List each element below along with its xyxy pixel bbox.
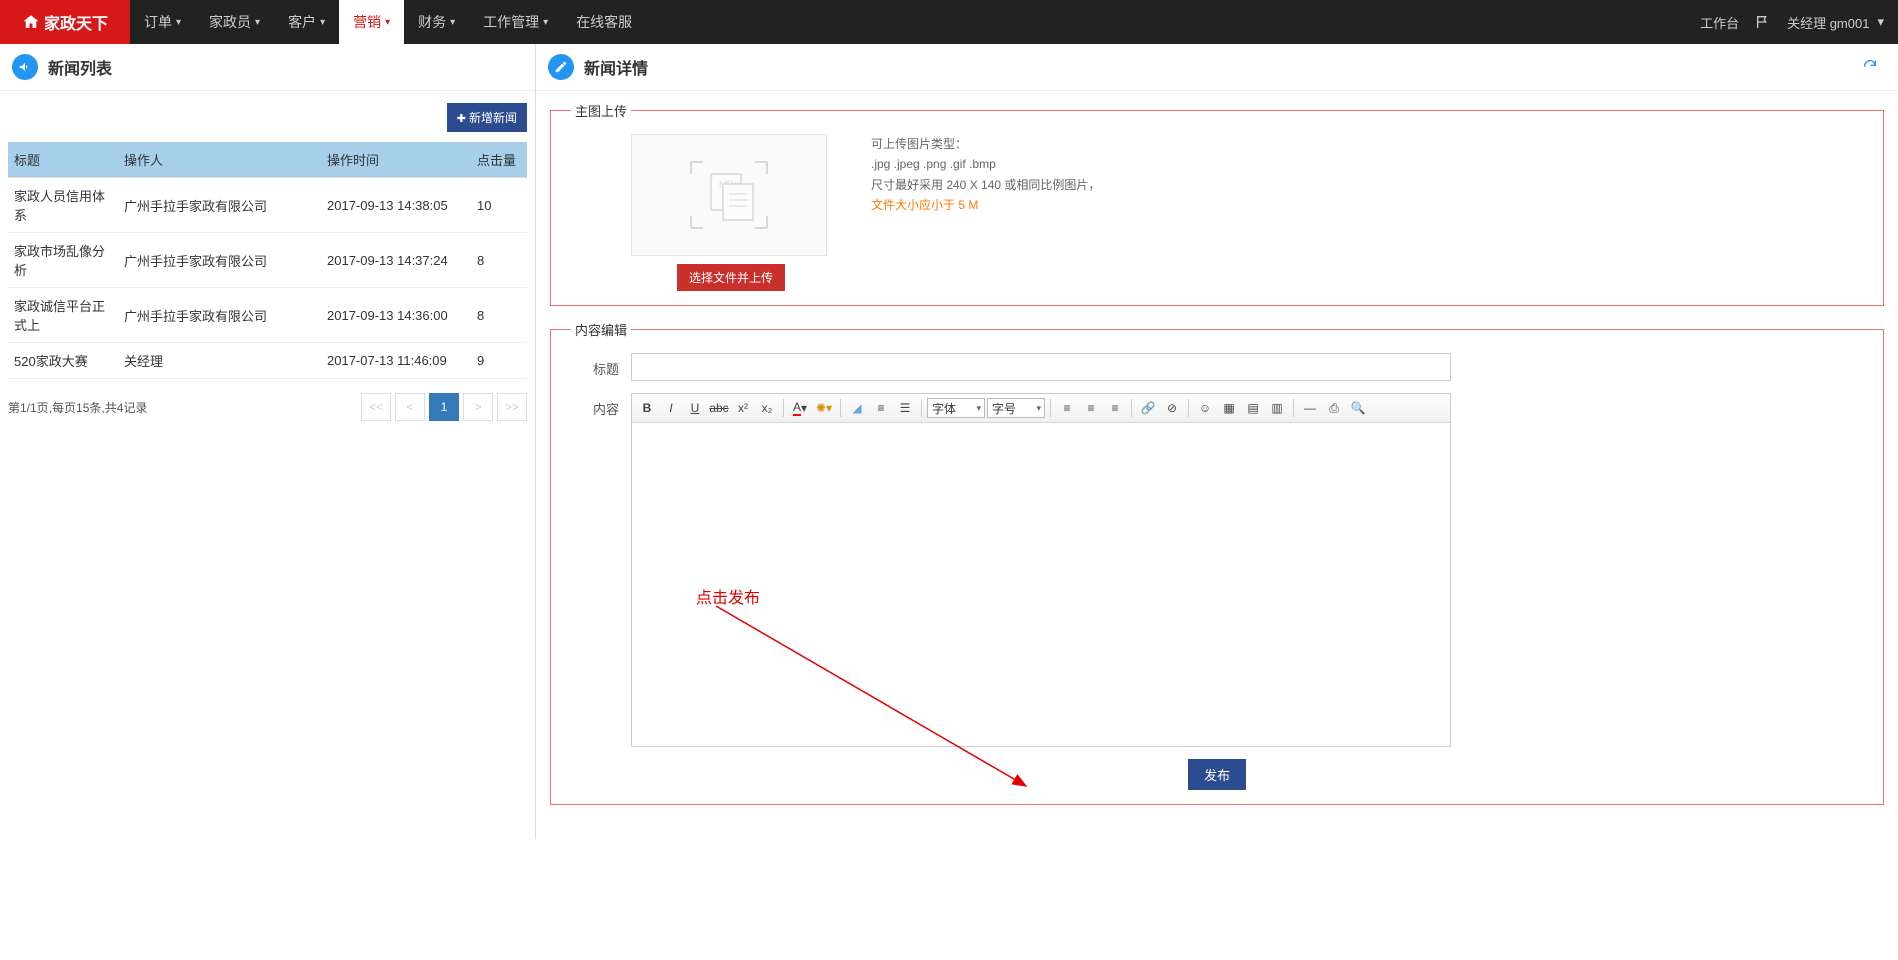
table-row[interactable]: 家政人员信用体系广州手拉手家政有限公司2017-09-13 14:38:0510 bbox=[8, 178, 527, 233]
align-right-icon[interactable]: ≡ bbox=[1104, 397, 1126, 419]
unlink-icon[interactable]: ⊘ bbox=[1161, 397, 1183, 419]
nav-finance[interactable]: 财务▾ bbox=[404, 0, 469, 44]
subscript-icon[interactable]: x₂ bbox=[756, 397, 778, 419]
rich-editor: B I U abc x² x₂ A▾ ✺▾ ◢ bbox=[631, 393, 1451, 747]
font-size-select[interactable]: 字号 bbox=[987, 398, 1045, 418]
new-file-icon: NEW bbox=[689, 160, 769, 230]
col-time[interactable]: 操作时间 bbox=[321, 142, 471, 178]
add-news-button[interactable]: 新增新闻 bbox=[447, 103, 527, 132]
title-input[interactable] bbox=[631, 353, 1451, 381]
hr-icon[interactable]: — bbox=[1299, 397, 1321, 419]
font-color-icon[interactable]: A▾ bbox=[789, 397, 811, 419]
pager-prev[interactable]: < bbox=[395, 393, 425, 421]
ordered-list-icon[interactable]: ≡ bbox=[870, 397, 892, 419]
align-left-icon[interactable]: ≡ bbox=[1056, 397, 1078, 419]
user-menu[interactable]: 关经理 gm001▾ bbox=[1787, 13, 1884, 32]
superscript-icon[interactable]: x² bbox=[732, 397, 754, 419]
pencil-icon bbox=[548, 54, 574, 80]
clear-format-icon[interactable]: ◢ bbox=[846, 397, 868, 419]
news-list-header: 新闻列表 bbox=[0, 44, 535, 91]
news-list-title: 新闻列表 bbox=[48, 55, 112, 79]
nav-workmgmt[interactable]: 工作管理▾ bbox=[469, 0, 562, 44]
pager: << < 1 > >> bbox=[361, 393, 527, 421]
table-row[interactable]: 家政市场乱像分析广州手拉手家政有限公司2017-09-13 14:37:248 bbox=[8, 233, 527, 288]
nav-support[interactable]: 在线客服 bbox=[562, 0, 646, 44]
upload-legend: 主图上传 bbox=[571, 101, 631, 120]
upload-info: 可上传图片类型： .jpg .jpeg .png .gif .bmp 尺寸最好采… bbox=[871, 134, 1100, 216]
print-icon[interactable]: ⎙ bbox=[1323, 397, 1345, 419]
logo[interactable]: 家政天下 bbox=[0, 0, 130, 44]
bg-color-icon[interactable]: ✺▾ bbox=[813, 397, 835, 419]
table-icon[interactable]: ▤ bbox=[1242, 397, 1264, 419]
flag-icon[interactable] bbox=[1755, 14, 1771, 30]
news-table: 标题 操作人 操作时间 点击量 家政人员信用体系广州手拉手家政有限公司2017-… bbox=[8, 142, 527, 379]
content-textarea[interactable] bbox=[632, 423, 1450, 743]
col-hits[interactable]: 点击量 bbox=[471, 142, 527, 178]
news-detail-header: 新闻详情 bbox=[536, 44, 1898, 91]
content-label: 内容 bbox=[571, 393, 631, 418]
editor-toolbar: B I U abc x² x₂ A▾ ✺▾ ◢ bbox=[632, 394, 1450, 423]
news-list-panel: 新闻列表 新增新闻 标题 操作人 操作时间 点击量 家政人员信用体系广州手拉手家… bbox=[0, 44, 536, 839]
nav-right: 工作台 关经理 gm001▾ bbox=[1700, 0, 1898, 44]
content-legend: 内容编辑 bbox=[571, 320, 631, 339]
underline-icon[interactable]: U bbox=[684, 397, 706, 419]
pager-page-1[interactable]: 1 bbox=[429, 393, 459, 421]
house-icon bbox=[22, 13, 40, 31]
pager-last[interactable]: >> bbox=[497, 393, 527, 421]
annotation-label: 点击发布 bbox=[696, 584, 760, 608]
content-fieldset: 内容编辑 标题 内容 B I U abc bbox=[550, 320, 1884, 805]
table-row[interactable]: 家政诚信平台正式上广州手拉手家政有限公司2017-09-13 14:36:008 bbox=[8, 288, 527, 343]
nav-orders[interactable]: 订单▾ bbox=[130, 0, 195, 44]
pager-info: 第1/1页,每页15条,共4记录 bbox=[8, 399, 147, 416]
nav-marketing[interactable]: 营销▾ bbox=[339, 0, 404, 44]
title-label: 标题 bbox=[571, 353, 631, 378]
workbench-link[interactable]: 工作台 bbox=[1700, 13, 1739, 32]
logo-text: 家政天下 bbox=[44, 10, 108, 34]
top-nav: 家政天下 订单▾ 家政员▾ 客户▾ 营销▾ 财务▾ 工作管理▾ 在线客服 工作台… bbox=[0, 0, 1898, 44]
emoji-icon[interactable]: ☺ bbox=[1194, 397, 1216, 419]
news-detail-panel: 新闻详情 主图上传 NEW bbox=[536, 44, 1898, 839]
publish-button[interactable]: 发布 bbox=[1188, 759, 1246, 790]
bold-icon[interactable]: B bbox=[636, 397, 658, 419]
table-row[interactable]: 520家政大赛关经理2017-07-13 11:46:099 bbox=[8, 343, 527, 379]
pager-next[interactable]: > bbox=[463, 393, 493, 421]
pager-first[interactable]: << bbox=[361, 393, 391, 421]
font-family-select[interactable]: 字体 bbox=[927, 398, 985, 418]
refresh-icon[interactable] bbox=[1862, 58, 1886, 77]
link-icon[interactable]: 🔗 bbox=[1137, 397, 1159, 419]
nav-items: 订单▾ 家政员▾ 客户▾ 营销▾ 财务▾ 工作管理▾ 在线客服 bbox=[130, 0, 646, 44]
upload-preview[interactable]: NEW bbox=[631, 134, 827, 256]
megaphone-icon bbox=[12, 54, 38, 80]
col-operator[interactable]: 操作人 bbox=[118, 142, 321, 178]
upload-fieldset: 主图上传 NEW 选择文件并上传 bbox=[550, 101, 1884, 306]
col-title[interactable]: 标题 bbox=[8, 142, 118, 178]
upload-button[interactable]: 选择文件并上传 bbox=[677, 264, 785, 291]
nav-customers[interactable]: 客户▾ bbox=[274, 0, 339, 44]
video-icon[interactable]: ▥ bbox=[1266, 397, 1288, 419]
unordered-list-icon[interactable]: ☰ bbox=[894, 397, 916, 419]
nav-staff[interactable]: 家政员▾ bbox=[195, 0, 274, 44]
align-center-icon[interactable]: ≡ bbox=[1080, 397, 1102, 419]
strike-icon[interactable]: abc bbox=[708, 397, 730, 419]
news-detail-title: 新闻详情 bbox=[584, 55, 648, 79]
source-icon[interactable]: 🔍 bbox=[1347, 397, 1369, 419]
italic-icon[interactable]: I bbox=[660, 397, 682, 419]
image-icon[interactable]: ▦ bbox=[1218, 397, 1240, 419]
